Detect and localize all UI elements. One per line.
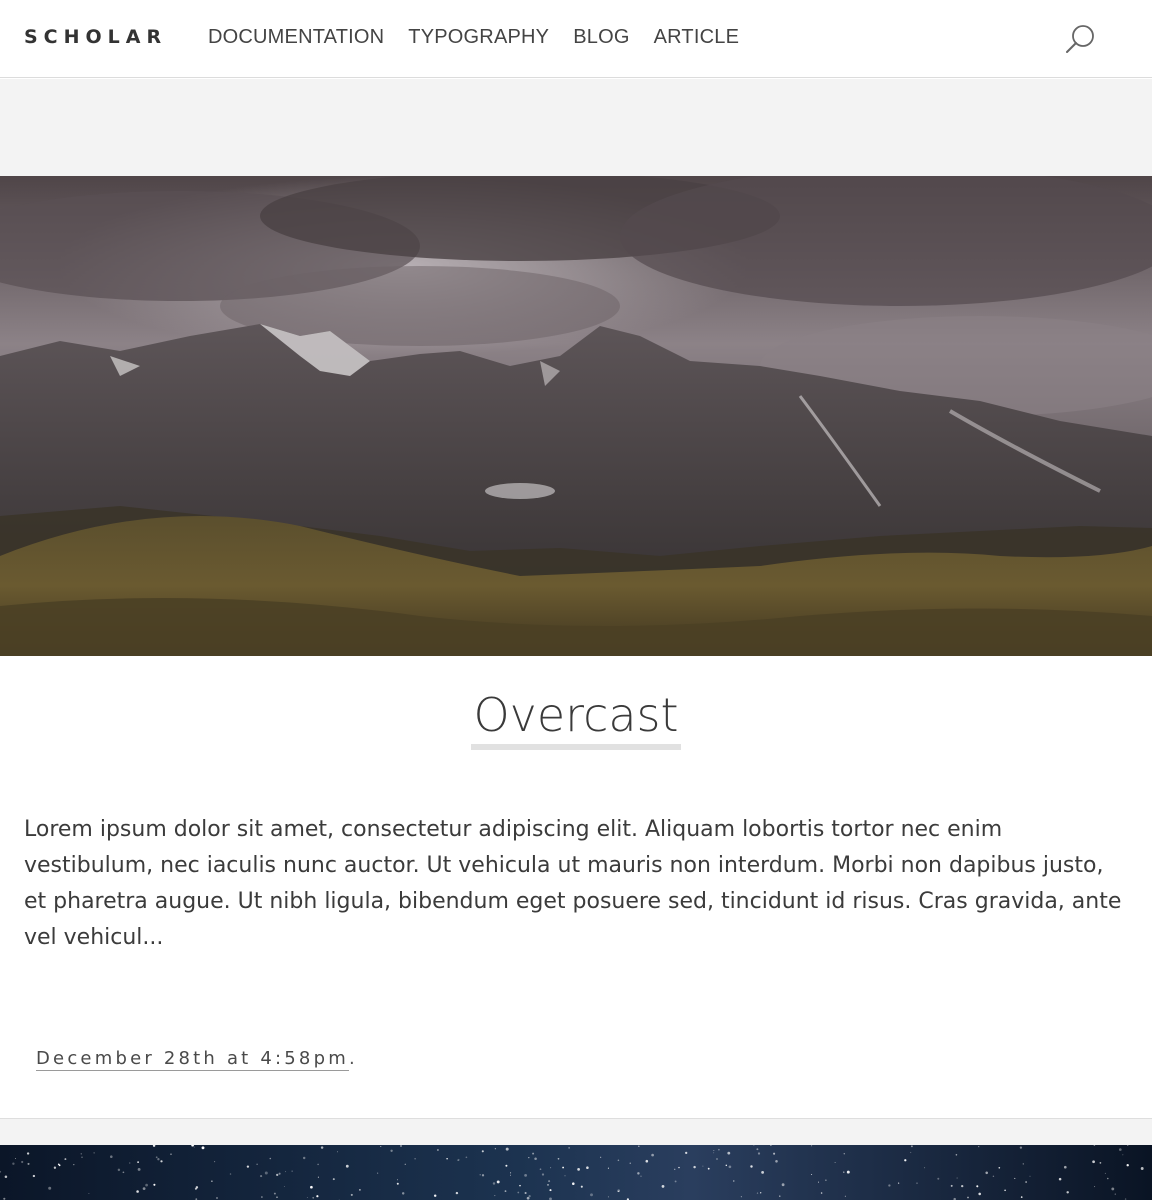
post-hero-image[interactable]: [0, 176, 1152, 656]
post-date-suffix: .: [348, 1048, 355, 1069]
header-spacer-band: [0, 79, 1152, 176]
brand-logo[interactable]: SCHOLAR: [24, 26, 167, 48]
starry-sky-image: [0, 1145, 1152, 1200]
nav-item-documentation[interactable]: DOCUMENTATION: [208, 26, 384, 49]
nav-item-typography[interactable]: TYPOGRAPHY: [408, 26, 549, 49]
post-date-link[interactable]: December 28th at 4:58pm: [36, 1048, 349, 1071]
post-separator-band: [0, 1119, 1152, 1145]
post-title-container: Overcast: [0, 688, 1152, 750]
nav-item-blog[interactable]: BLOG: [573, 26, 629, 49]
main-nav: DOCUMENTATION TYPOGRAPHY BLOG ARTICLE: [208, 26, 763, 49]
post-title-link[interactable]: Overcast: [471, 688, 681, 750]
nav-item-article[interactable]: ARTICLE: [654, 26, 740, 49]
post-meta: December 28th at 4:58pm.: [36, 1048, 355, 1071]
post-excerpt: Lorem ipsum dolor sit amet, consectetur …: [24, 817, 1122, 950]
top-navbar: SCHOLAR DOCUMENTATION TYPOGRAPHY BLOG AR…: [0, 0, 1152, 78]
mountain-landscape-image: [0, 176, 1152, 656]
search-button[interactable]: [1062, 22, 1098, 56]
next-post-hero-image[interactable]: [0, 1145, 1152, 1200]
search-icon: [1066, 25, 1094, 53]
